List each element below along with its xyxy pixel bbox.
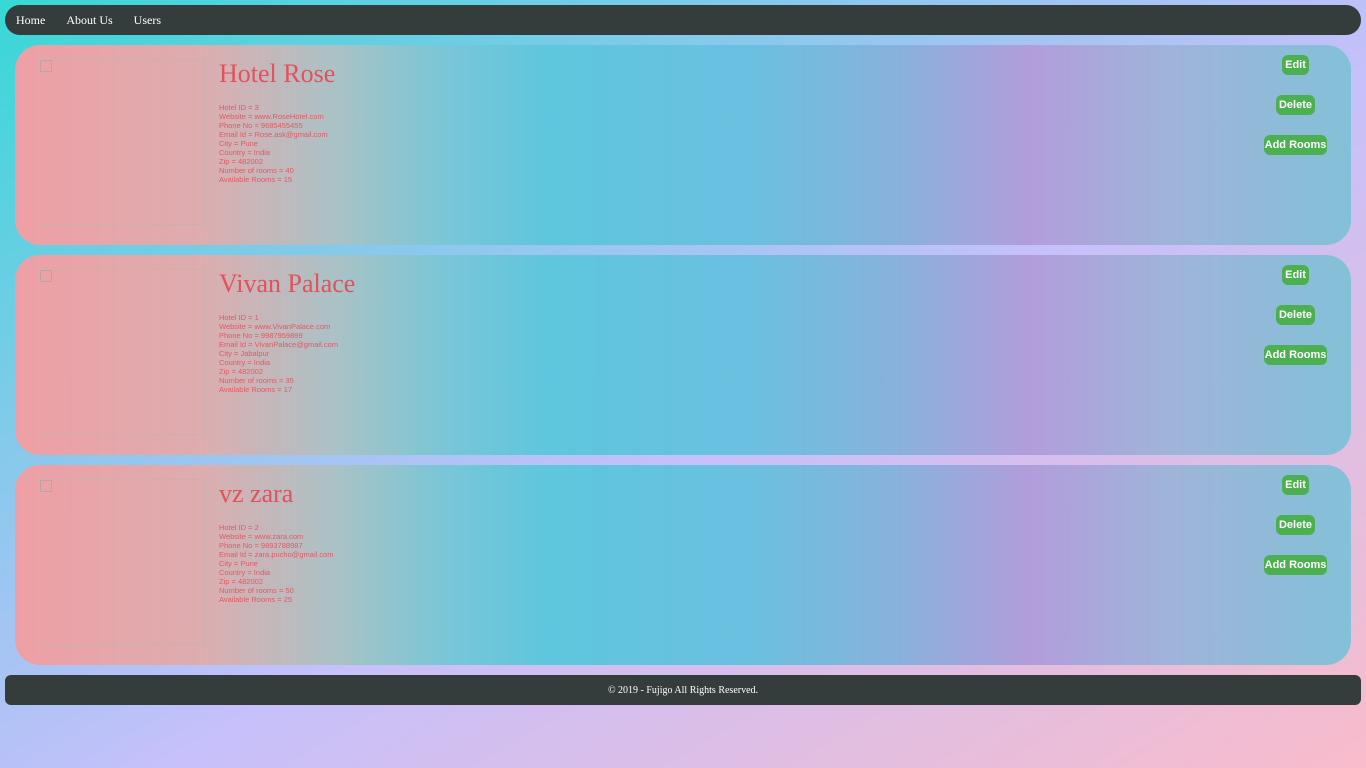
hotel-details: Hotel ID = 2 Website = www.zara.com Phon… <box>219 523 334 604</box>
add-rooms-button[interactable]: Add Rooms <box>1264 345 1327 365</box>
delete-button[interactable]: Delete <box>1276 515 1315 535</box>
hotel-website: Website = www.RoseHotel.com <box>219 112 324 121</box>
edit-button[interactable]: Edit <box>1282 55 1309 75</box>
broken-image-icon <box>40 480 52 492</box>
hotel-phone: Phone No = 9987959899 <box>219 331 303 340</box>
copyright-text: © 2019 - Fujigo All Rights Reserved. <box>607 684 759 696</box>
delete-button[interactable]: Delete <box>1276 95 1315 115</box>
hotel-city: City = Pune <box>219 139 258 148</box>
hotel-phone: Phone No = 9685455455 <box>219 121 303 130</box>
hotel-website: Website = www.VivanPalace.com <box>219 322 331 331</box>
footer: © 2019 - Fujigo All Rights Reserved. <box>5 675 1361 705</box>
hotel-number-of-rooms: Number of rooms = 50 <box>219 586 294 595</box>
hotel-phone: Phone No = 9893788987 <box>219 541 303 550</box>
edit-button[interactable]: Edit <box>1282 475 1309 495</box>
hotel-id: Hotel ID = 1 <box>219 313 259 322</box>
hotel-name: Hotel Rose <box>219 59 336 88</box>
hotel-id: Hotel ID = 3 <box>219 103 259 112</box>
hotel-zip: Zip = 482002 <box>219 577 263 586</box>
hotel-zip: Zip = 482002 <box>219 157 263 166</box>
hotel-details: Hotel ID = 3 Website = www.RoseHotel.com… <box>219 103 328 184</box>
nav-link-home[interactable]: Home <box>16 13 45 28</box>
hotel-available-rooms: Available Rooms = 25 <box>219 595 293 604</box>
add-rooms-button[interactable]: Add Rooms <box>1264 135 1327 155</box>
hotel-name: vz zara <box>219 479 294 508</box>
hotel-card: vz zara Hotel ID = 2 Website = www.zara.… <box>15 465 1351 665</box>
add-rooms-button[interactable]: Add Rooms <box>1264 555 1327 575</box>
edit-button[interactable]: Edit <box>1282 265 1309 285</box>
nav-link-users[interactable]: Users <box>134 13 161 28</box>
hotel-country: Country = India <box>219 358 271 367</box>
hotel-email: Email Id = zara.pucho@gmail.com <box>219 550 334 559</box>
hotel-available-rooms: Available Rooms = 17 <box>219 385 293 394</box>
hotel-number-of-rooms: Number of rooms = 40 <box>219 166 294 175</box>
hotel-image <box>39 479 205 645</box>
hotel-city: City = Jabalpur <box>219 349 270 358</box>
hotel-zip: Zip = 482002 <box>219 367 263 376</box>
hotel-id: Hotel ID = 2 <box>219 523 259 532</box>
hotel-country: Country = India <box>219 568 271 577</box>
hotel-card: Hotel Rose Hotel ID = 3 Website = www.Ro… <box>15 45 1351 245</box>
hotel-country: Country = India <box>219 148 271 157</box>
delete-button[interactable]: Delete <box>1276 305 1315 325</box>
hotel-number-of-rooms: Number of rooms = 35 <box>219 376 294 385</box>
hotel-card: Vivan Palace Hotel ID = 1 Website = www.… <box>15 255 1351 455</box>
hotel-available-rooms: Available Rooms = 15 <box>219 175 293 184</box>
top-navbar: Home About Us Users <box>5 5 1361 35</box>
hotel-name: Vivan Palace <box>219 269 356 298</box>
hotel-email: Email Id = VivanPalace@gmail.com <box>219 340 338 349</box>
broken-image-icon <box>40 270 52 282</box>
hotel-website: Website = www.zara.com <box>219 532 304 541</box>
nav-link-about-us[interactable]: About Us <box>66 13 112 28</box>
hotel-image <box>39 59 205 225</box>
broken-image-icon <box>40 60 52 72</box>
hotel-email: Email Id = Rose.ask@gmail.com <box>219 130 328 139</box>
hotel-image <box>39 269 205 435</box>
hotel-details: Hotel ID = 1 Website = www.VivanPalace.c… <box>219 313 338 394</box>
hotel-city: City = Pune <box>219 559 258 568</box>
